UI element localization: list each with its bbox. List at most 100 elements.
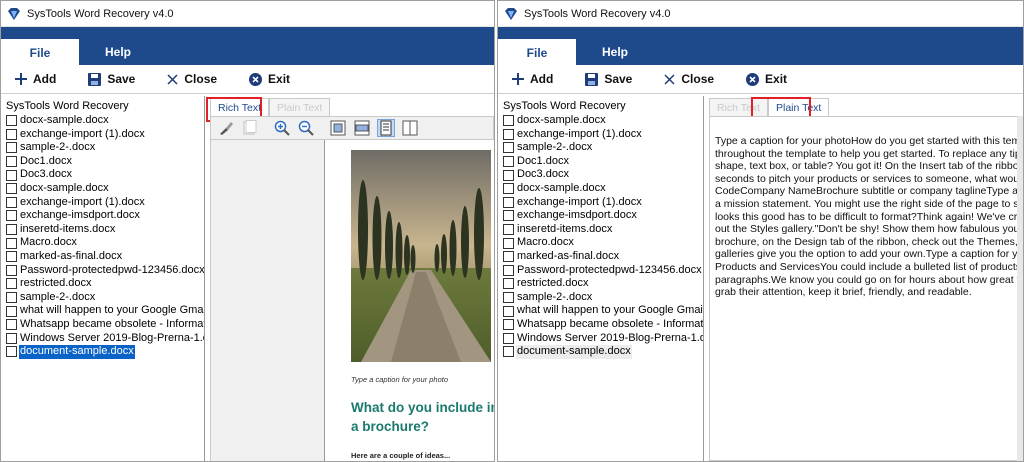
tree-item-checkbox[interactable]	[6, 183, 17, 195]
tree-item[interactable]: restricted.docx	[503, 277, 703, 291]
tree-item-checkbox[interactable]	[503, 264, 514, 276]
tree-item-checkbox[interactable]	[6, 237, 17, 249]
plain-text-scrollbar[interactable]	[1017, 116, 1023, 461]
zoom-in-icon[interactable]	[273, 119, 291, 137]
tree-item[interactable]: what will happen to your Google Gmail a	[503, 304, 703, 318]
tab-plain-text[interactable]: Plain Text	[768, 98, 830, 116]
tree-item[interactable]: Doc3.docx	[503, 168, 703, 182]
tree-item[interactable]: Windows Server 2019-Blog-Prerna-1.doc	[6, 332, 204, 346]
menu-help[interactable]: Help	[576, 39, 654, 65]
tree-item-checkbox[interactable]	[6, 142, 17, 154]
tree-item-checkbox[interactable]	[503, 128, 514, 140]
tree-item-checkbox[interactable]	[6, 115, 17, 127]
tree-item[interactable]: document-sample.docx	[503, 345, 703, 359]
tree-item[interactable]: sample-2-.docx	[6, 291, 204, 305]
menu-help[interactable]: Help	[79, 39, 157, 65]
fit-page-icon[interactable]	[329, 119, 347, 137]
tree-item[interactable]: Macro.docx	[6, 236, 204, 250]
tree-item-checkbox[interactable]	[6, 128, 17, 140]
two-page-icon[interactable]	[401, 119, 419, 137]
close-button[interactable]: Close	[167, 72, 217, 86]
tree-item-checkbox[interactable]	[6, 251, 17, 263]
tree-item-checkbox[interactable]	[6, 292, 17, 304]
tree-item[interactable]: docx-sample.docx	[6, 182, 204, 196]
tree-item[interactable]: sample-2-.docx	[503, 291, 703, 305]
tree-item-checkbox[interactable]	[503, 115, 514, 127]
tree-item-checkbox[interactable]	[503, 305, 514, 317]
save-button[interactable]: Save	[585, 72, 632, 86]
single-page-icon[interactable]	[377, 119, 395, 137]
tree-item-checkbox[interactable]	[6, 169, 17, 181]
tree-root[interactable]: SysTools Word Recovery	[6, 99, 204, 113]
tree-item-checkbox[interactable]	[6, 156, 17, 168]
tree-item[interactable]: Whatsapp became obsolete - Informative	[6, 318, 204, 332]
fit-width-icon[interactable]	[353, 119, 371, 137]
tab-plain-text[interactable]: Plain Text	[269, 98, 331, 116]
tree-item[interactable]: exchange-import (1).docx	[503, 196, 703, 210]
tree-item[interactable]: restricted.docx	[6, 277, 204, 291]
tree-item[interactable]: Macro.docx	[503, 236, 703, 250]
tree-item-checkbox[interactable]	[6, 224, 17, 236]
tree-item[interactable]: exchange-import (1).docx	[503, 128, 703, 142]
tree-item[interactable]: docx-sample.docx	[503, 182, 703, 196]
add-button[interactable]: Add	[15, 72, 56, 86]
tree-item-checkbox[interactable]	[503, 142, 514, 154]
tree-item[interactable]: exchange-import (1).docx	[6, 196, 204, 210]
exit-button[interactable]: Exit	[249, 72, 290, 86]
tree-item[interactable]: what will happen to your Google Gmail a	[6, 304, 204, 318]
tree-item-checkbox[interactable]	[503, 251, 514, 263]
tree-item[interactable]: marked-as-final.docx	[503, 250, 703, 264]
tree-item-checkbox[interactable]	[6, 210, 17, 222]
tree-item[interactable]: docx-sample.docx	[6, 114, 204, 128]
tree-item[interactable]: exchange-imsdport.docx	[6, 209, 204, 223]
tree-item-checkbox[interactable]	[6, 196, 17, 208]
tab-rich-text[interactable]: Rich Text	[210, 98, 269, 116]
tab-rich-text[interactable]: Rich Text	[709, 98, 768, 116]
tree-item-checkbox[interactable]	[503, 169, 514, 181]
tree-item-checkbox[interactable]	[6, 305, 17, 317]
tree-item[interactable]: sample-2-.docx	[503, 141, 703, 155]
tree-item[interactable]: Doc1.docx	[503, 155, 703, 169]
tree-item[interactable]: marked-as-final.docx	[6, 250, 204, 264]
exit-button[interactable]: Exit	[746, 72, 787, 86]
menu-file[interactable]: File	[498, 39, 576, 66]
tree-item-checkbox[interactable]	[503, 319, 514, 331]
save-button[interactable]: Save	[88, 72, 135, 86]
close-button[interactable]: Close	[664, 72, 714, 86]
copy-icon[interactable]	[241, 119, 259, 137]
menu-file[interactable]: File	[1, 39, 79, 66]
plain-text-area[interactable]: Type a caption for your photoHow do you …	[709, 116, 1023, 461]
tree-item-checkbox[interactable]	[6, 319, 17, 331]
tree-item[interactable]: sample-2-.docx	[6, 141, 204, 155]
tree-item-checkbox[interactable]	[6, 332, 17, 344]
tree-item-checkbox[interactable]	[503, 224, 514, 236]
tree-item-checkbox[interactable]	[503, 196, 514, 208]
tree-item[interactable]: document-sample.docx	[6, 345, 204, 359]
tree-item[interactable]: Whatsapp became obsolete - Informative	[503, 318, 703, 332]
tree-item-checkbox[interactable]	[503, 210, 514, 222]
tree-item-checkbox[interactable]	[503, 278, 514, 290]
tree-item[interactable]: Doc3.docx	[6, 168, 204, 182]
tree-root[interactable]: SysTools Word Recovery	[503, 99, 703, 113]
add-button[interactable]: Add	[512, 72, 553, 86]
tree-item[interactable]: exchange-imsdport.docx	[503, 209, 703, 223]
tree-item[interactable]: Windows Server 2019-Blog-Prerna-1.doc	[503, 332, 703, 346]
tree-item[interactable]: Password-protectedpwd-123456.docx	[503, 264, 703, 278]
tree-item[interactable]: Doc1.docx	[6, 155, 204, 169]
tree-item[interactable]: inseretd-items.docx	[6, 223, 204, 237]
tree-item[interactable]: inseretd-items.docx	[503, 223, 703, 237]
paint-brush-icon[interactable]	[217, 119, 235, 137]
tree-item-checkbox[interactable]	[503, 332, 514, 344]
tree-item[interactable]: Password-protectedpwd-123456.docx	[6, 264, 204, 278]
tree-item-checkbox[interactable]	[503, 156, 514, 168]
tree-item-checkbox[interactable]	[6, 278, 17, 290]
tree-item-checkbox[interactable]	[503, 346, 514, 358]
tree-item-checkbox[interactable]	[503, 292, 514, 304]
tree-item[interactable]: exchange-import (1).docx	[6, 128, 204, 142]
tree-item-checkbox[interactable]	[503, 183, 514, 195]
tree-item-checkbox[interactable]	[6, 346, 17, 358]
tree-item-checkbox[interactable]	[6, 264, 17, 276]
tree-item-checkbox[interactable]	[503, 237, 514, 249]
zoom-out-icon[interactable]	[297, 119, 315, 137]
tree-item[interactable]: docx-sample.docx	[503, 114, 703, 128]
